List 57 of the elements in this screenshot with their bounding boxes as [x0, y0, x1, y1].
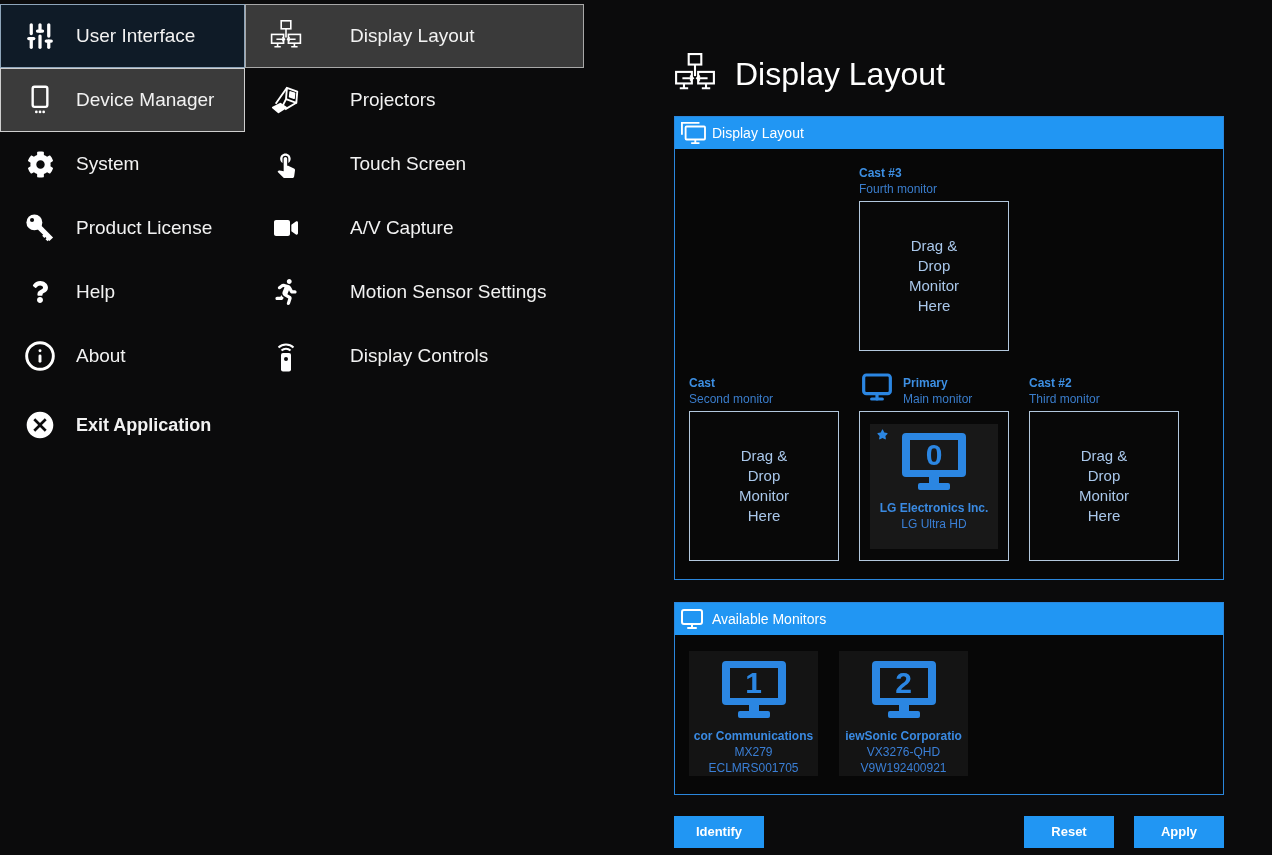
submenu-item[interactable]: Motion Sensor Settings: [245, 260, 584, 324]
gear-icon: [26, 150, 54, 178]
monitor-model: LG Ultra HD: [901, 515, 967, 532]
submenu-item[interactable]: A/V Capture: [245, 196, 584, 260]
monitor-icon: [871, 661, 936, 719]
slot-label: Cast: [689, 375, 716, 391]
slot-label: Primary: [903, 375, 949, 391]
monitor-name: iewSonic Corporatio: [845, 728, 962, 744]
drop-hint: Drag & Drop Monitor Here: [1078, 446, 1130, 526]
monitor-drop-zone[interactable]: Drag & Drop Monitor Here: [689, 411, 839, 561]
monitor-serial: V9W192400921: [860, 760, 947, 776]
monitor-name: LG Electronics Inc.: [879, 499, 989, 516]
slot-label: Cast #3: [859, 165, 903, 181]
menu-item[interactable]: User Interface: [0, 4, 245, 68]
monitor-model: VX3276-QHD: [866, 744, 941, 760]
monitor-tile[interactable]: 1 cor Communications MX279 ECLMRS001705: [689, 651, 818, 776]
slot-label: Cast #2: [1029, 375, 1073, 391]
monitor-number: 2: [894, 669, 913, 697]
slot-sublabel: Fourth monitor: [859, 181, 938, 197]
monitor-drop-zone[interactable]: Drag & Drop Monitor Here: [859, 201, 1009, 351]
monitors-icon: [680, 121, 706, 145]
monitor-number: 0: [924, 440, 944, 469]
drop-hint: Drag & Drop Monitor Here: [738, 446, 790, 526]
running-person-icon: [273, 279, 299, 305]
menu-item[interactable]: System: [0, 132, 245, 196]
key-icon: [25, 213, 55, 243]
menu-item[interactable]: Exit Application: [0, 393, 245, 457]
projector-icon: [271, 85, 301, 115]
monitor-drop-zone[interactable]: 0 LG Electronics Inc. LG Ultra HD: [859, 411, 1009, 561]
monitor-icon: [680, 607, 704, 631]
submenu-item[interactable]: Display Layout: [245, 4, 584, 68]
monitor-serial: ECLMRS001705: [708, 760, 799, 776]
slot-sublabel: Third monitor: [1029, 391, 1100, 407]
phone-icon: [29, 85, 51, 115]
monitor-tile[interactable]: 2 iewSonic Corporatio VX3276-QHD V9W192400921: [839, 651, 968, 776]
panel-title: Display Layout: [712, 123, 804, 143]
monitor-number: 1: [744, 669, 763, 697]
submenu-item[interactable]: Projectors: [245, 68, 584, 132]
submenu-item[interactable]: Touch Screen: [245, 132, 584, 196]
menu-item[interactable]: Help: [0, 260, 245, 324]
info-icon: [24, 340, 56, 372]
drop-hint: Drag & Drop Monitor Here: [908, 236, 960, 316]
menu-item[interactable]: Device Manager: [0, 68, 245, 132]
monitor-drop-zone[interactable]: Drag & Drop Monitor Here: [1029, 411, 1179, 561]
panel-title: Available Monitors: [712, 609, 827, 629]
submenu-item[interactable]: Display Controls: [245, 324, 584, 388]
monitor-name: cor Communications: [693, 728, 814, 744]
menu-item[interactable]: Product License: [0, 196, 245, 260]
page-title: Display Layout: [735, 55, 945, 94]
slot-sublabel: Second monitor: [689, 391, 774, 407]
sliders-icon: [25, 21, 55, 51]
monitor-icon: [902, 432, 966, 491]
monitor-model: MX279: [734, 744, 773, 760]
monitor-icon: [721, 661, 786, 719]
monitor-tile[interactable]: 0 LG Electronics Inc. LG Ultra HD: [870, 423, 998, 549]
menu-item[interactable]: About: [0, 324, 245, 388]
slot-sublabel: Main monitor: [903, 391, 973, 407]
